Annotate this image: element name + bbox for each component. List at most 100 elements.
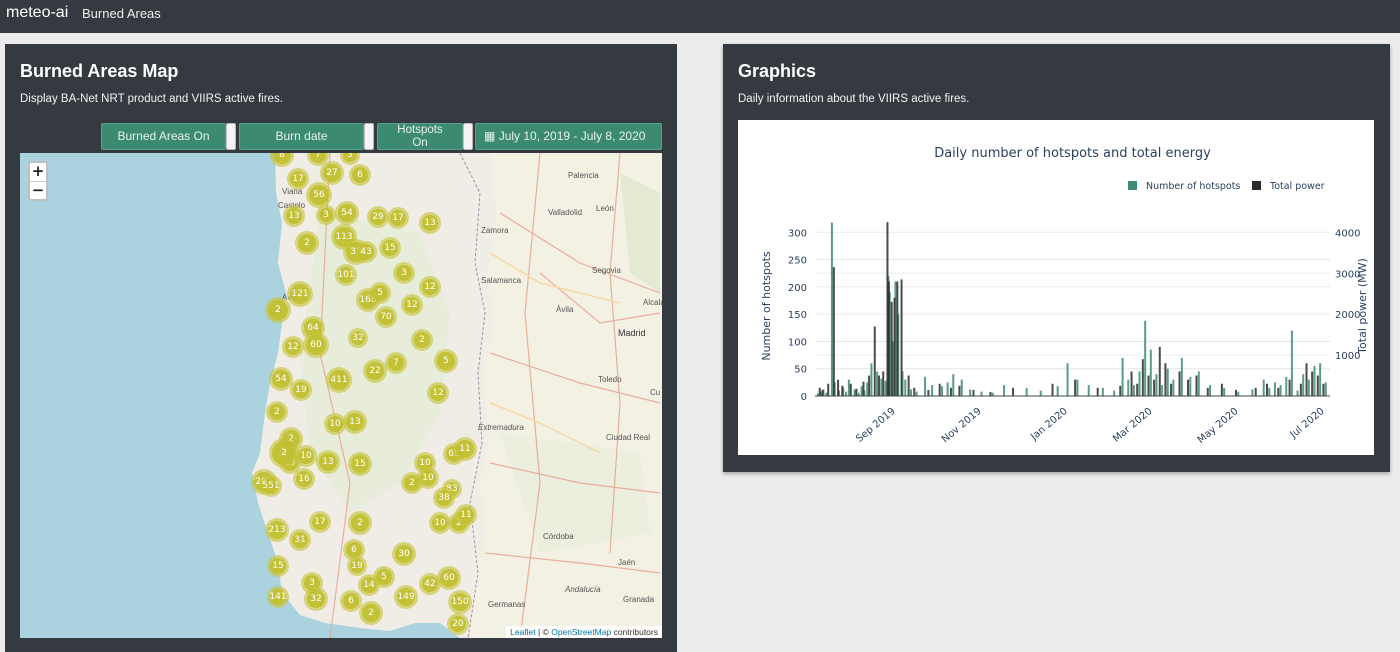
hotspot-cluster-marker[interactable]: 19 [290, 379, 312, 401]
hotspot-cluster-marker[interactable]: 12 [282, 336, 304, 358]
hotspot-cluster-marker[interactable]: 42 [419, 573, 441, 595]
burned-areas-toggle-button[interactable]: Burned Areas On [101, 123, 226, 150]
y-tick-label: 100 [788, 337, 807, 348]
hotspot-cluster-marker[interactable]: 13 [419, 212, 441, 234]
hotspot-cluster-marker[interactable]: 5 [369, 282, 391, 304]
hotspot-cluster-marker[interactable]: 32 [304, 587, 328, 611]
burn-date-switch[interactable] [364, 123, 374, 150]
cluster-count: 11 [456, 440, 474, 458]
hotspot-cluster-marker[interactable]: 141 [267, 586, 289, 608]
x-tick-label: Jan 2020 [1028, 406, 1070, 443]
cluster-count: 15 [351, 455, 369, 473]
leaflet-link[interactable]: Leaflet [510, 627, 536, 637]
zoom-in-button[interactable]: + [30, 163, 46, 181]
cluster-count: 15 [382, 240, 398, 256]
hotspot-cluster-marker[interactable]: 101 [335, 264, 357, 286]
hotspot-cluster-marker[interactable]: 56 [306, 182, 332, 208]
hotspot-cluster-marker[interactable]: 411 [326, 367, 352, 393]
hotspot-cluster-marker[interactable]: 2 [295, 231, 319, 255]
bar-hotspots [880, 378, 883, 396]
hotspot-cluster-marker[interactable]: 10 [295, 445, 317, 467]
map-canvas[interactable]: Palencia Valladolid León Zamora Salamanc… [20, 153, 662, 638]
bar-total-power [1136, 383, 1139, 396]
cluster-count: 60 [306, 335, 326, 355]
brand-logo[interactable]: meteo-ai [6, 4, 68, 22]
hotspot-cluster-marker[interactable]: 17 [309, 511, 331, 533]
hotspot-cluster-marker[interactable]: 15 [348, 452, 372, 476]
hotspot-cluster-marker[interactable]: 15 [267, 555, 289, 577]
hotspot-cluster-marker[interactable]: 17 [287, 168, 309, 190]
burn-date-button[interactable]: Burn date [239, 123, 364, 150]
cluster-count: 54 [272, 370, 290, 388]
bar-total-power [1178, 371, 1181, 396]
hotspot-cluster-marker[interactable]: 22 [363, 359, 387, 383]
hotspot-cluster-marker[interactable]: 6 [340, 590, 362, 612]
hotspot-cluster-marker[interactable]: 7 [385, 352, 407, 374]
hotspot-cluster-marker[interactable]: 3 [316, 205, 336, 225]
hotspot-cluster-marker[interactable]: 30 [392, 542, 416, 566]
city-label: Jaén [618, 558, 636, 567]
cluster-count: 149 [397, 588, 415, 606]
bar-hotspots [1161, 385, 1164, 396]
zoom-out-button[interactable]: − [30, 181, 46, 199]
hotspot-cluster-marker[interactable]: 54 [335, 201, 359, 225]
hotspot-cluster-marker[interactable]: 5 [373, 566, 395, 588]
hotspot-cluster-marker[interactable]: 27 [320, 161, 344, 185]
hotspots-switch[interactable] [463, 123, 473, 150]
hotspot-cluster-marker[interactable]: 31 [289, 529, 311, 551]
hotspot-cluster-marker[interactable]: 2 [265, 297, 291, 323]
hotspot-cluster-marker[interactable]: 2 [401, 472, 423, 494]
hotspot-cluster-marker[interactable]: 29 [367, 206, 389, 228]
hotspot-cluster-marker[interactable]: 12 [419, 276, 441, 298]
hotspot-cluster-marker[interactable]: 13 [316, 450, 340, 474]
cluster-count: 2 [414, 332, 430, 348]
hotspot-cluster-marker[interactable]: 551 [260, 475, 282, 497]
hotspot-cluster-marker[interactable]: 121 [287, 281, 313, 307]
bar-total-power [827, 383, 830, 396]
hotspot-cluster-marker[interactable]: 20 [447, 613, 469, 635]
hotspots-toggle-button[interactable]: Hotspots On [377, 123, 463, 150]
bar-hotspots [1209, 385, 1212, 396]
hotspot-cluster-marker[interactable]: 13 [283, 205, 305, 227]
bar-total-power [972, 389, 975, 396]
map-panel-title: Burned Areas Map [20, 61, 179, 81]
bar-hotspots [870, 363, 873, 396]
osm-link[interactable]: OpenStreetMap [551, 627, 611, 637]
bar-hotspots [1172, 379, 1175, 396]
hotspot-cluster-marker[interactable]: 150 [448, 590, 472, 614]
hotspot-cluster-marker[interactable]: 15 [379, 237, 401, 259]
hotspot-cluster-marker[interactable]: 43 [355, 241, 377, 263]
hotspot-cluster-marker[interactable]: 213 [265, 518, 289, 542]
hotspot-cluster-marker[interactable]: 149 [394, 585, 418, 609]
hotspot-cluster-marker[interactable]: 70 [375, 306, 397, 328]
bar-hotspots [1113, 390, 1116, 396]
nav-link-burned-areas[interactable]: Burned Areas [82, 6, 161, 21]
date-range-picker[interactable]: ▦ July 10, 2019 - July 8, 2020 ▼ [475, 123, 662, 166]
hotspot-cluster-marker[interactable]: 11 [455, 504, 477, 526]
hotspot-cluster-marker[interactable]: 5 [434, 349, 458, 373]
hotspot-cluster-marker[interactable]: 38 [433, 487, 455, 509]
hotspot-cluster-marker[interactable]: 16 [293, 468, 315, 490]
hotspot-cluster-marker[interactable]: 12 [427, 382, 449, 404]
hotspot-cluster-marker[interactable]: 6 [349, 164, 371, 186]
hotspot-cluster-marker[interactable]: 2 [348, 511, 372, 535]
hotspots-chart[interactable]: Daily number of hotspots and total energ… [738, 120, 1374, 455]
bar-hotspots [909, 389, 912, 396]
bar-hotspots [1087, 385, 1090, 396]
bar-hotspots [1189, 376, 1192, 396]
hotspot-cluster-marker[interactable]: 17 [387, 207, 409, 229]
hotspot-cluster-marker[interactable]: 32 [348, 328, 368, 348]
hotspot-cluster-marker[interactable]: 2 [411, 329, 433, 351]
hotspot-cluster-marker[interactable]: 11 [453, 437, 477, 461]
hotspot-cluster-marker[interactable]: 10 [429, 512, 451, 534]
hotspot-cluster-marker[interactable]: 13 [343, 410, 367, 434]
bar-total-power [862, 381, 865, 396]
city-label: León [596, 204, 614, 213]
hotspot-cluster-marker[interactable]: 2 [266, 401, 288, 423]
hotspot-cluster-marker[interactable]: 2 [359, 601, 383, 625]
hotspot-cluster-marker[interactable]: 60 [303, 332, 329, 358]
hotspot-cluster-marker[interactable]: 19 [347, 556, 367, 576]
hotspot-cluster-marker[interactable]: 3 [393, 262, 415, 284]
burned-areas-switch[interactable] [226, 123, 236, 150]
hotspot-cluster-marker[interactable]: 12 [401, 294, 423, 316]
